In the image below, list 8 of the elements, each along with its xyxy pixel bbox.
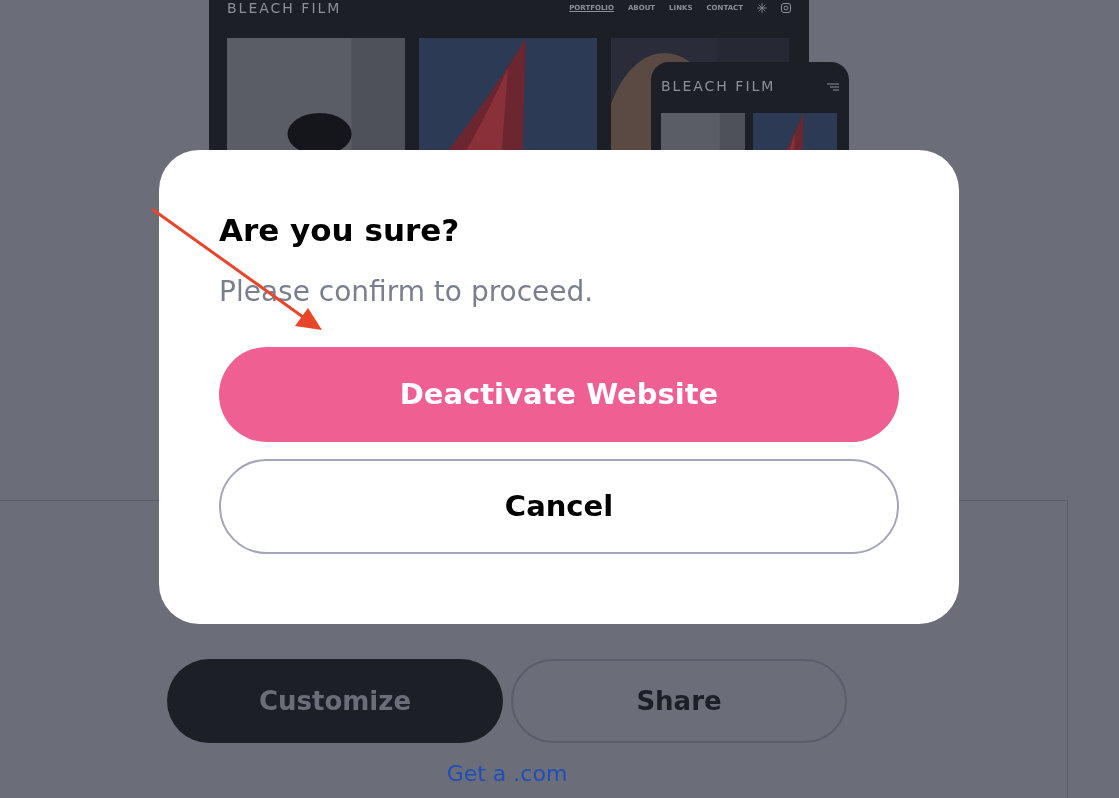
sun-icon[interactable] [757, 3, 767, 13]
deactivate-button[interactable]: Deactivate Website [219, 347, 899, 443]
site-logo: BLEACH FILM [227, 0, 342, 18]
customize-button[interactable]: Customize [167, 659, 503, 743]
camera-icon[interactable] [781, 3, 791, 13]
cancel-button[interactable]: Cancel [219, 459, 899, 555]
dialog-title: Are you sure? [219, 212, 461, 250]
share-button[interactable]: Share [511, 659, 847, 743]
